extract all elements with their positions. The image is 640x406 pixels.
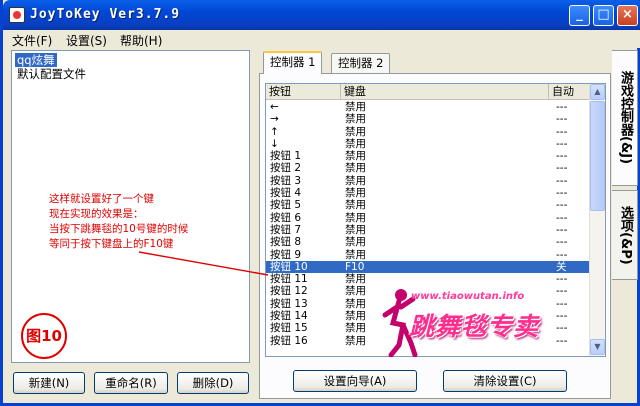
app-window: JoyToKey Ver3.7.9 _ □ × 文件(F) 设置(S) 帮助(H… [0,0,640,406]
annotation-arrow [138,251,269,276]
